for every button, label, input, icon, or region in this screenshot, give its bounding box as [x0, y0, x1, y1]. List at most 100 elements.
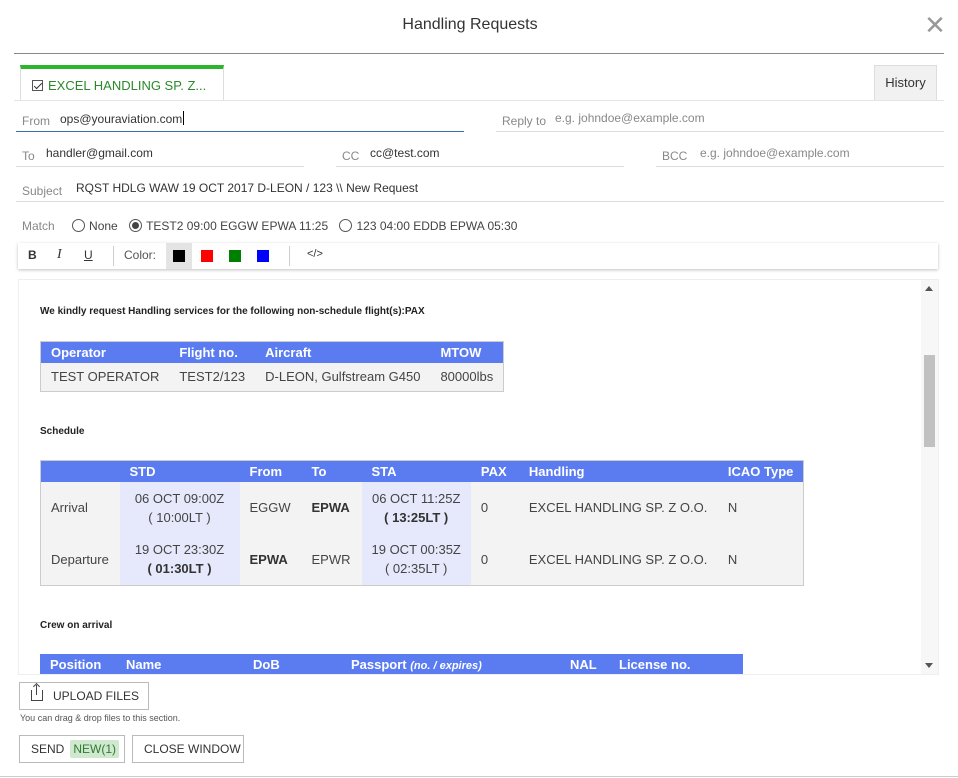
radio-selected-icon[interactable]	[129, 219, 143, 232]
table-header: Operator	[40, 341, 170, 363]
table-header: Position	[40, 654, 116, 674]
upload-files-button[interactable]: UPLOAD FILES	[19, 682, 149, 710]
bcc-field[interactable]: BCC e.g. johndoe@example.com	[656, 141, 944, 167]
table-cell: EGGW	[239, 481, 302, 534]
color-blue-button[interactable]	[250, 243, 276, 269]
table-header: Handling	[518, 460, 718, 482]
italic-button[interactable]: I	[57, 247, 62, 263]
from-label: From	[22, 114, 50, 128]
from-value[interactable]: ops@youraviation.com	[60, 111, 185, 126]
bottom-divider	[0, 776, 958, 777]
toolbar-divider	[289, 246, 290, 266]
table-header: NAL	[560, 654, 609, 674]
table-cell: N	[717, 533, 804, 586]
to-value[interactable]: handler@gmail.com	[46, 146, 153, 160]
reply-to-field[interactable]: Reply to e.g. johndoe@example.com	[496, 106, 944, 132]
radio-icon[interactable]	[339, 219, 353, 232]
intro-text: We kindly request Handling services for …	[40, 306, 425, 317]
table-cell: Arrival	[40, 481, 120, 534]
email-body-editor[interactable]: We kindly request Handling services for …	[18, 279, 939, 675]
reply-to-placeholder[interactable]: e.g. johndoe@example.com	[555, 111, 705, 125]
checkbox-icon[interactable]	[32, 80, 43, 91]
table-header: Flight no.	[169, 341, 256, 363]
tab-label: EXCEL HANDLING SP. Z...	[48, 78, 207, 93]
subject-field[interactable]: Subject RQST HDLG WAW 19 OCT 2017 D-LEON…	[16, 176, 944, 202]
table-header: Aircraft	[255, 341, 431, 363]
send-button[interactable]: SEND NEW(1)	[19, 735, 125, 763]
table-header: Name	[116, 654, 243, 674]
bold-button[interactable]: B	[28, 248, 37, 262]
table-row: Departure 19 OCT 23:30Z( 01:30LT ) EPWA …	[40, 533, 804, 586]
scroll-down-icon[interactable]	[925, 663, 933, 668]
table-header: STA	[361, 460, 471, 482]
table-cell: TEST2/123	[169, 362, 256, 392]
table-header: Passport (no. / expires)	[341, 654, 560, 674]
cc-value[interactable]: cc@test.com	[370, 146, 440, 160]
table-cell: EXCEL HANDLING SP. Z O.O.	[518, 533, 718, 586]
table-header: To	[301, 460, 362, 482]
table-cell: 06 OCT 09:00Z( 10:00LT )	[119, 481, 240, 534]
schedule-heading: Schedule	[40, 426, 85, 437]
flight-table: Operator Flight no. Aircraft MTOW TEST O…	[40, 341, 505, 392]
color-black-button[interactable]	[166, 243, 192, 269]
radio-icon[interactable]	[72, 219, 86, 232]
tab-recipient[interactable]: EXCEL HANDLING SP. Z...	[20, 65, 224, 101]
match-row: Match None TEST2 09:00 EGGW EPWA 11:25 1…	[22, 219, 525, 233]
crew-table: Position Name DoB Passport (no. / expire…	[40, 654, 743, 674]
table-cell: Departure	[40, 533, 120, 586]
history-button[interactable]: History	[874, 65, 937, 100]
tab-divider	[14, 100, 944, 101]
schedule-table: STD From To STA PAX Handling ICAO Type A…	[40, 460, 805, 586]
table-header: License no.	[609, 654, 743, 674]
table-cell: D-LEON, Gulfstream G450	[255, 362, 431, 392]
match-option-test2[interactable]: TEST2 09:00 EGGW EPWA 11:25	[129, 219, 328, 233]
upload-icon	[31, 685, 43, 701]
table-header: From	[239, 460, 302, 482]
table-header: STD	[119, 460, 240, 482]
color-red-button[interactable]	[194, 243, 220, 269]
close-window-button[interactable]: CLOSE WINDOW	[132, 735, 244, 763]
scroll-thumb[interactable]	[924, 355, 935, 447]
table-header: DoB	[243, 654, 341, 674]
underline-button[interactable]: U	[84, 248, 93, 262]
table-cell: 06 OCT 11:25Z( 13:25LT )	[361, 481, 471, 534]
match-option-123[interactable]: 123 04:00 EDDB EPWA 05:30	[339, 219, 517, 233]
from-field[interactable]: From ops@youraviation.com	[16, 106, 464, 132]
bcc-label: BCC	[662, 149, 688, 163]
subject-value[interactable]: RQST HDLG WAW 19 OCT 2017 D-LEON / 123 \…	[76, 181, 418, 195]
table-row: TEST OPERATOR TEST2/123 D-LEON, Gulfstre…	[40, 362, 504, 392]
upload-hint: You can drag & drop files to this sectio…	[20, 713, 181, 723]
color-label: Color:	[124, 248, 157, 262]
close-icon[interactable]: ✕	[924, 13, 946, 39]
table-row: Arrival 06 OCT 09:00Z( 10:00LT ) EGGW EP…	[40, 481, 804, 534]
subject-label: Subject	[22, 184, 63, 198]
code-view-icon[interactable]: </>	[307, 248, 323, 260]
table-cell: 0	[470, 533, 519, 586]
table-cell: EXCEL HANDLING SP. Z O.O.	[518, 481, 718, 534]
toolbar-divider	[113, 246, 114, 266]
editor-scrollbar[interactable]	[921, 280, 938, 674]
cc-label: CC	[342, 149, 360, 163]
to-field[interactable]: To handler@gmail.com	[16, 141, 304, 167]
to-label: To	[22, 149, 35, 163]
crew-heading: Crew on arrival	[40, 620, 113, 631]
table-header: ICAO Type	[717, 460, 804, 482]
color-green-button[interactable]	[222, 243, 248, 269]
table-cell: 19 OCT 00:35Z( 02:35LT )	[361, 533, 471, 586]
match-label: Match	[22, 219, 55, 233]
send-badge: NEW(1)	[70, 740, 120, 758]
table-header	[40, 460, 120, 482]
table-cell: EPWA	[239, 533, 302, 586]
reply-to-label: Reply to	[502, 114, 547, 128]
dialog-title: Handling Requests	[402, 16, 538, 33]
bcc-placeholder[interactable]: e.g. johndoe@example.com	[700, 146, 850, 160]
table-cell: EPWA	[301, 481, 362, 534]
title-divider	[14, 53, 944, 54]
table-cell: N	[717, 481, 804, 534]
match-option-none[interactable]: None	[72, 219, 118, 233]
table-cell: TEST OPERATOR	[40, 362, 170, 392]
table-cell: 0	[470, 481, 519, 534]
table-header: MTOW	[430, 341, 504, 363]
scroll-up-icon[interactable]	[925, 286, 933, 291]
cc-field[interactable]: CC cc@test.com	[336, 141, 624, 167]
